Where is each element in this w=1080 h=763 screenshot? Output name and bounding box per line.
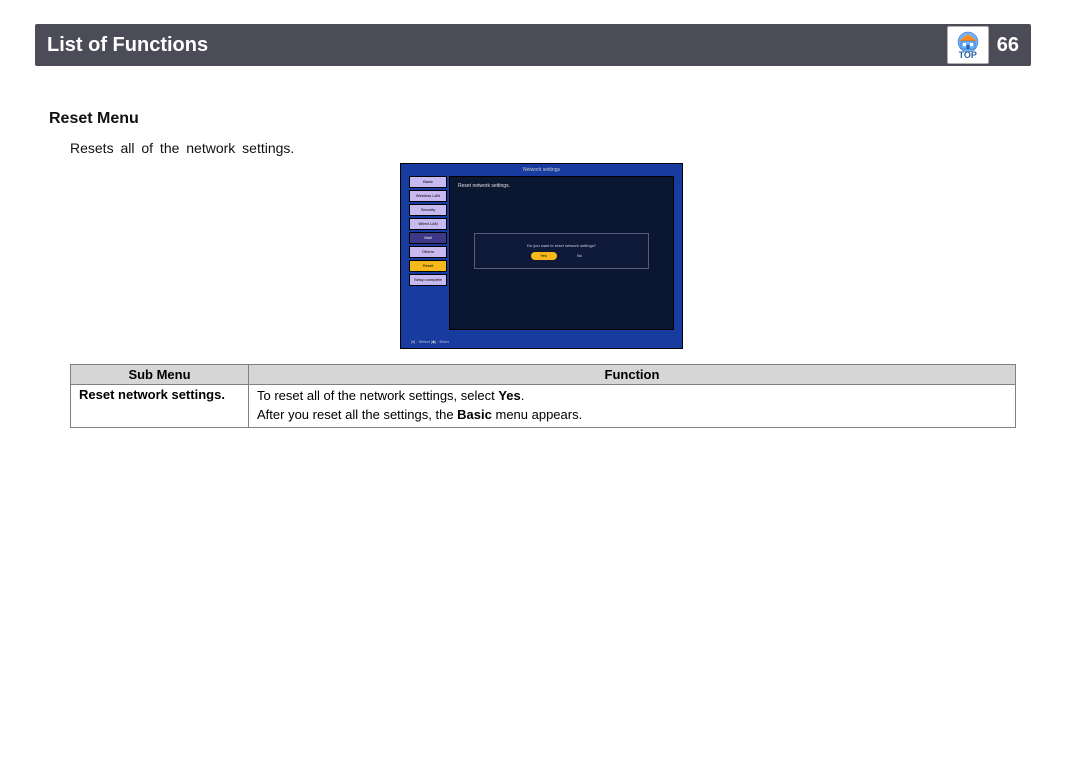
section-heading: Reset Menu [49, 110, 139, 128]
top-home-icon[interactable]: TOP [947, 26, 989, 64]
func-line1-bold: Yes [498, 388, 520, 403]
dialog-no-button: No [567, 252, 593, 260]
sidebar-tab-wired: Wired LAN [409, 218, 447, 230]
page-header: List of Functions TOP 66 [35, 24, 1031, 66]
screenshot-sidebar: Basic Wireless LAN Security Wired LAN Ma… [409, 176, 447, 330]
dialog-yes-button: Yes [531, 252, 557, 260]
screenshot-main-panel: Reset network settings. Do you want to r… [449, 176, 674, 330]
projector-screenshot: Network settings Basic Wireless LAN Secu… [400, 163, 683, 349]
screenshot-body: Basic Wireless LAN Security Wired LAN Ma… [409, 176, 674, 330]
dialog-button-row: Yes No [531, 252, 593, 260]
page-title: List of Functions [47, 34, 947, 57]
section-description: Resets all of the network settings. [70, 140, 294, 156]
top-icon-label: TOP [959, 51, 977, 60]
sidebar-tab-complete: Setup complete [409, 274, 447, 286]
screenshot-title: Network settings [401, 167, 682, 173]
page-number: 66 [997, 34, 1019, 57]
cell-function: To reset all of the network settings, se… [249, 385, 1016, 428]
sidebar-tab-security: Security [409, 204, 447, 216]
sidebar-tab-mail: Mail [409, 232, 447, 244]
col-header-function: Function [249, 365, 1016, 385]
screenshot-panel-title: Reset network settings. [458, 183, 510, 189]
table-row: Reset network settings. To reset all of … [71, 385, 1016, 428]
function-table: Sub Menu Function Reset network settings… [70, 364, 1016, 428]
col-header-submenu: Sub Menu [71, 365, 249, 385]
func-line2-pre: After you reset all the settings, the [257, 407, 457, 422]
func-line1-pre: To reset all of the network settings, se… [257, 388, 498, 403]
sidebar-tab-basic: Basic [409, 176, 447, 188]
cell-submenu: Reset network settings. [71, 385, 249, 428]
screenshot-dialog: Do you want to reset network settings? Y… [474, 233, 649, 269]
sidebar-tab-wireless: Wireless LAN [409, 190, 447, 202]
func-line1-post: . [521, 388, 525, 403]
table-header-row: Sub Menu Function [71, 365, 1016, 385]
sidebar-tab-reset: Reset [409, 260, 447, 272]
sidebar-tab-others: Others [409, 246, 447, 258]
screenshot-footer: [♦] : Select [◆] : Enter [411, 339, 449, 344]
func-line2-bold: Basic [457, 407, 492, 422]
func-line2-post: menu appears. [492, 407, 582, 422]
dialog-question: Do you want to reset network settings? [527, 243, 596, 248]
